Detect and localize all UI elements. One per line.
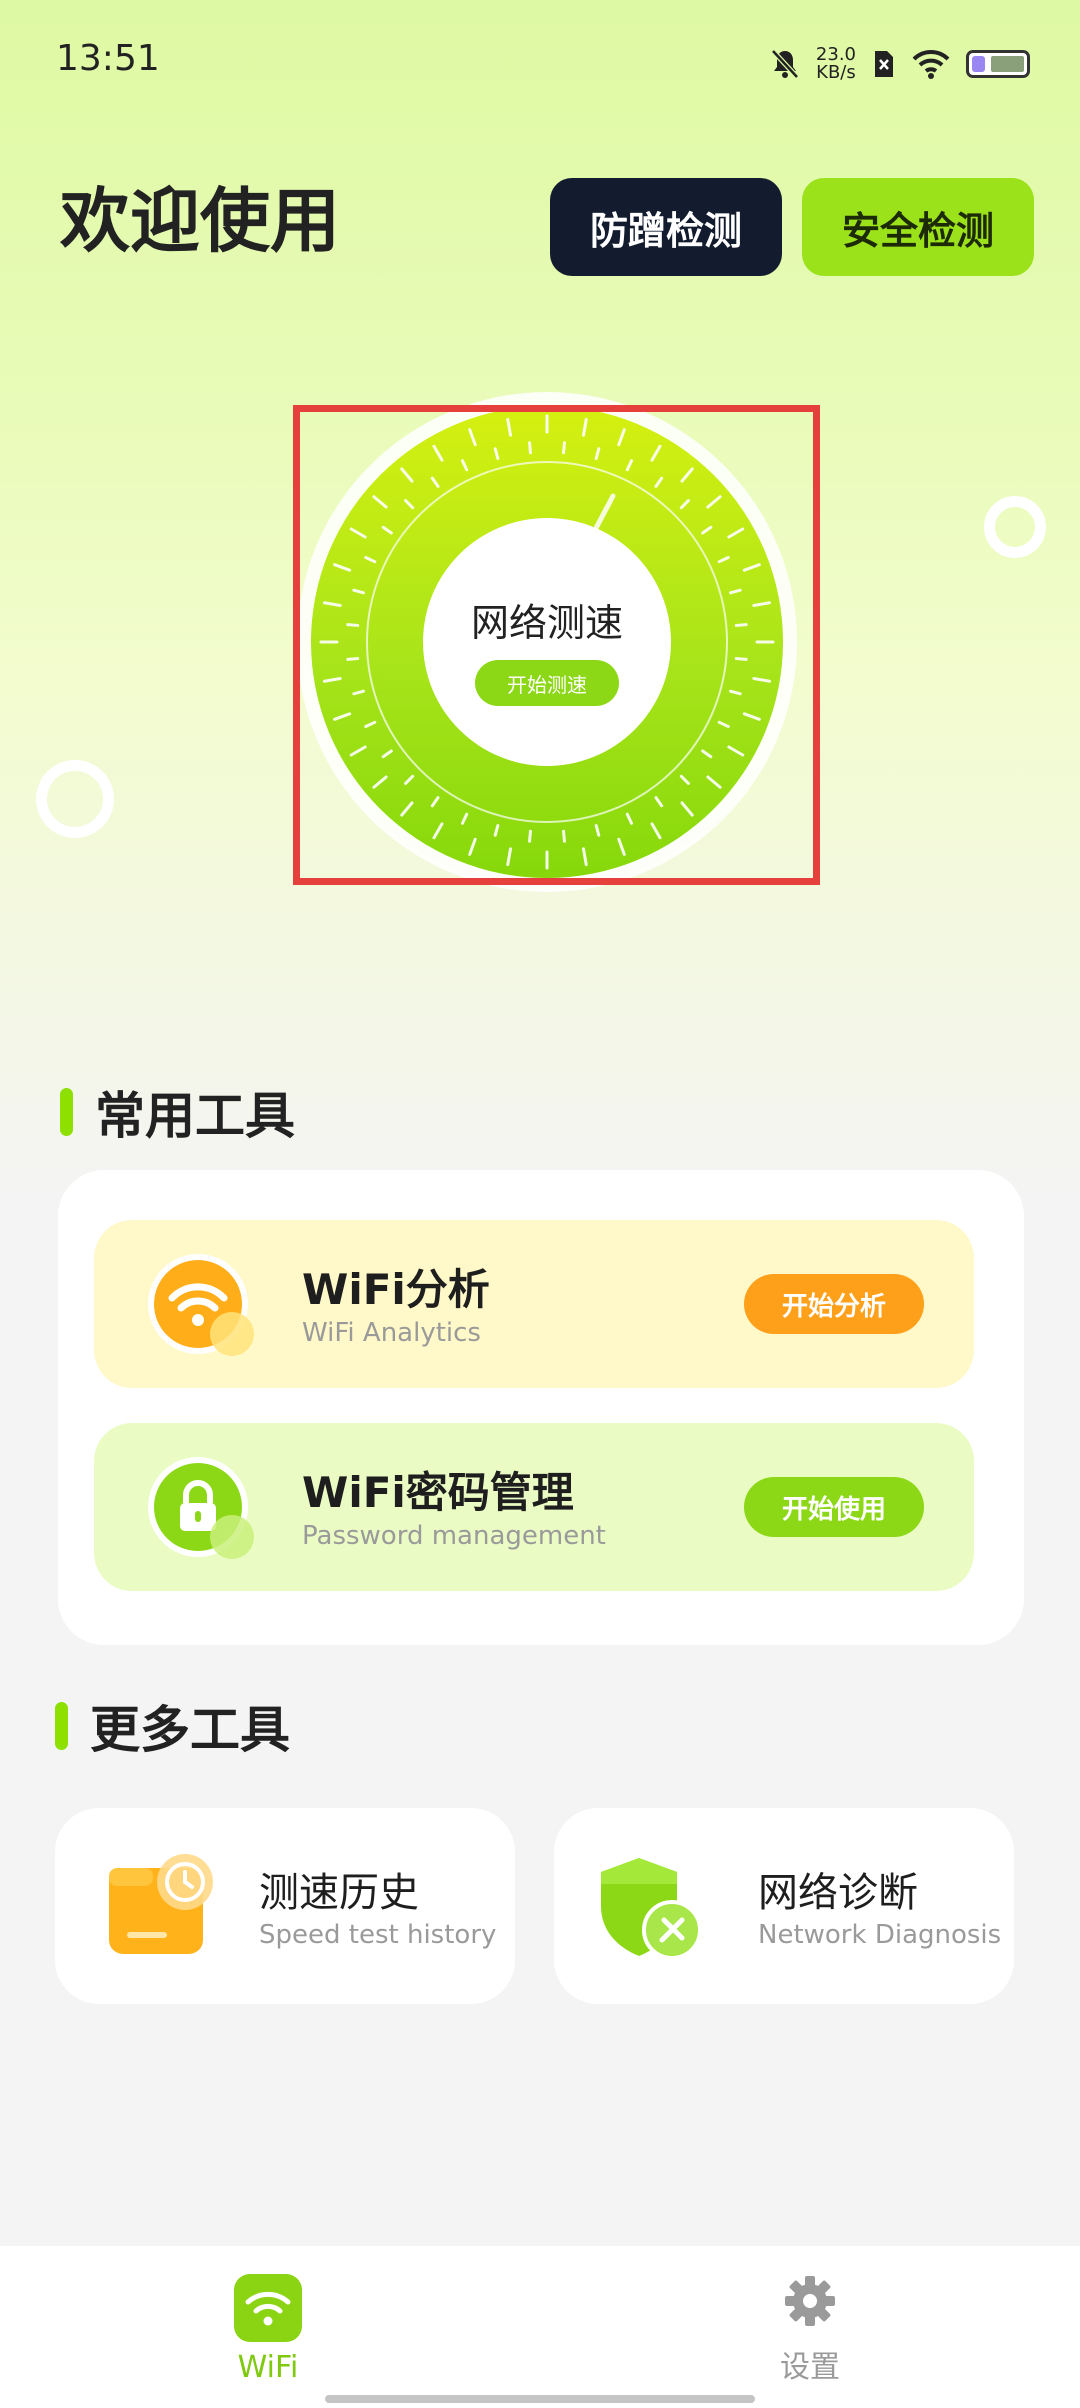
tool-title: 测速历史: [259, 1870, 419, 1916]
anti-freeload-check-button[interactable]: 防蹭检测: [550, 178, 782, 276]
wifi-icon: [234, 2274, 302, 2342]
start-analysis-button[interactable]: 开始分析: [744, 1274, 924, 1334]
wifi-icon: [912, 49, 950, 79]
common-tools-heading: 常用工具: [60, 1076, 295, 1148]
section-title: 常用工具: [95, 1087, 295, 1145]
decor-ring-icon: [36, 760, 114, 838]
dial-highlight-box: [293, 405, 820, 885]
tool-title: WiFi分析: [302, 1265, 490, 1314]
network-diagnosis-card[interactable]: 网络诊断 Network Diagnosis: [554, 1808, 1014, 2004]
status-time: 13:51: [56, 38, 160, 79]
status-icons: 23.0 KB/s: [770, 40, 1030, 88]
network-speed: 23.0 KB/s: [816, 46, 856, 82]
nav-tab-wifi[interactable]: WiFi: [168, 2274, 368, 2385]
battery-level: [972, 56, 985, 72]
shield-tools-icon: [601, 1858, 702, 1960]
section-title: 更多工具: [90, 1701, 290, 1759]
security-check-button[interactable]: 安全检测: [802, 178, 1034, 276]
status-bar: 13:51 23.0 KB/s: [0, 0, 1080, 130]
history-icon: [109, 1854, 213, 1954]
page-title: 欢迎使用: [60, 180, 340, 262]
bell-off-icon: [771, 49, 799, 79]
wifi-password-row[interactable]: WiFi密码管理 Password management 开始使用: [94, 1423, 974, 1591]
speed-history-card[interactable]: 测速历史 Speed test history: [55, 1808, 515, 2004]
lock-icon: [148, 1457, 254, 1559]
nav-tab-settings[interactable]: 设置: [710, 2274, 910, 2386]
tool-subtitle: Network Diagnosis: [758, 1920, 1002, 1950]
tool-subtitle: WiFi Analytics: [302, 1318, 481, 1348]
decor-ring-icon: [984, 496, 1046, 558]
tool-title: 网络诊断: [758, 1870, 918, 1916]
nav-label: 设置: [780, 2350, 840, 2385]
network-speed-unit: KB/s: [816, 62, 856, 83]
wifi-analysis-row[interactable]: WiFi分析 WiFi Analytics 开始分析: [94, 1220, 974, 1388]
sim-off-icon: [875, 51, 893, 77]
common-tools-card: WiFi分析 WiFi Analytics 开始分析 WiFi密码管理 Pass…: [58, 1170, 1024, 1645]
nav-label: WiFi: [237, 2350, 299, 2385]
bottom-nav: WiFi 设置: [0, 2246, 1080, 2408]
home-indicator[interactable]: [325, 2395, 755, 2403]
more-tools-heading: 更多工具: [55, 1690, 290, 1762]
tool-subtitle: Speed test history: [259, 1920, 497, 1950]
wifi-icon: [148, 1254, 254, 1356]
tool-title: WiFi密码管理: [302, 1468, 574, 1517]
start-use-button[interactable]: 开始使用: [744, 1477, 924, 1537]
tool-subtitle: Password management: [302, 1521, 606, 1551]
battery-icon: [966, 50, 1030, 78]
gear-icon: [785, 2276, 835, 2326]
